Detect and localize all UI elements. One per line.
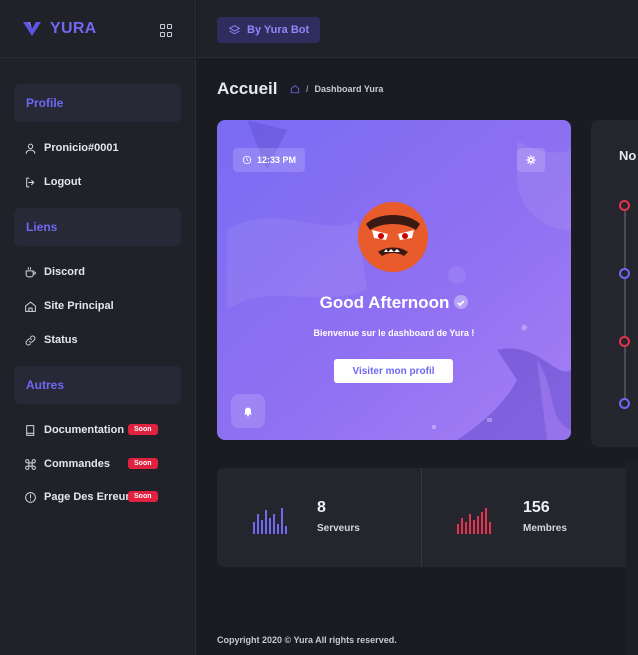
layers-icon: [229, 24, 240, 34]
verified-icon: [454, 295, 469, 309]
stat-members-label: Membres: [523, 523, 567, 534]
timeline-dot: [619, 336, 630, 347]
logout-icon: [26, 177, 35, 187]
time-chip: 12:33 PM: [233, 148, 306, 172]
sidebar-item-label: Status: [44, 334, 78, 346]
sidebar-item-site-principal[interactable]: Site Principal: [24, 298, 114, 314]
settings-button[interactable]: [517, 148, 545, 172]
stat-servers-value: 8: [317, 499, 326, 516]
stat-servers-label: Serveurs: [317, 523, 360, 534]
soon-badge: Soon: [128, 458, 158, 469]
timeline-card-title: No: [619, 148, 637, 163]
sidebar-item-label: Logout: [44, 176, 82, 188]
sidebar-item-label: Page Des Erreurs: [44, 491, 136, 503]
by-yura-bot-button[interactable]: By Yura Bot: [217, 17, 321, 43]
cup-icon: [25, 266, 36, 277]
section-profile: Profile: [14, 84, 181, 122]
bar-chart-icon: [457, 506, 491, 534]
sidebar-item-page-des-erreurs[interactable]: Page Des Erreurs: [24, 489, 136, 505]
by-yura-bot-label: By Yura Bot: [247, 24, 310, 36]
alert-icon: [25, 491, 36, 503]
sidebar-item-commandes[interactable]: Commandes: [24, 456, 110, 472]
sidebar-item-user[interactable]: Pronicio#0001: [24, 140, 119, 156]
home-icon[interactable]: [290, 84, 300, 94]
timeline-dot: [619, 398, 630, 409]
sidebar-item-status[interactable]: Status: [24, 332, 78, 348]
angry-face-avatar-icon: [358, 202, 428, 272]
timeline-line: [624, 205, 626, 405]
sidebar-item-discord[interactable]: Discord: [24, 264, 85, 280]
sidebar-item-label: Documentation: [44, 424, 125, 436]
gear-icon: [526, 155, 536, 165]
topbar: By Yura Bot: [197, 0, 638, 58]
home-icon: [25, 301, 36, 312]
grid-menu-icon[interactable]: [160, 24, 174, 38]
section-autres: Autres: [14, 366, 181, 404]
breadcrumb-current: Dashboard Yura: [314, 84, 384, 94]
sidebar-item-label: Discord: [44, 266, 85, 278]
welcome-text: Bienvenue sur le dashboard de Yura !: [313, 328, 475, 338]
divider: [421, 468, 422, 567]
scroll-edge: [626, 460, 638, 655]
book-icon: [26, 424, 35, 436]
visit-profile-button[interactable]: Visiter mon profil: [334, 359, 453, 383]
sidebar: YURA Profile Pronicio#0001 Logout Liens …: [0, 0, 196, 655]
link-icon: [25, 335, 36, 345]
bar-chart-icon: [253, 506, 287, 534]
stat-members-value: 156: [523, 499, 550, 516]
command-icon: [25, 458, 36, 470]
sidebar-item-logout[interactable]: Logout: [24, 174, 81, 190]
sidebar-item-label: Site Principal: [44, 300, 114, 312]
timeline-dot: [619, 200, 630, 211]
breadcrumb: / Dashboard Yura: [290, 84, 383, 94]
section-liens: Liens: [14, 208, 181, 246]
yura-logo-icon: [23, 21, 41, 36]
brand-name: YURA: [50, 19, 97, 37]
sidebar-item-documentation[interactable]: Documentation: [24, 422, 124, 438]
soon-badge: Soon: [128, 491, 158, 502]
timeline-card: No: [591, 120, 638, 447]
footer: Copyright 2020 © Yura All rights reserve…: [217, 635, 397, 645]
stats-card: 8 Serveurs 156 Membres: [217, 468, 638, 567]
sidebar-item-label: Commandes: [44, 458, 111, 470]
greeting-text: Good Afternoon: [319, 293, 450, 312]
breadcrumb-separator: /: [306, 84, 309, 94]
clock-icon: [242, 155, 252, 165]
avatar[interactable]: [358, 202, 428, 272]
timeline-dot: [619, 268, 630, 279]
notifications-button[interactable]: [231, 394, 265, 428]
sidebar-item-label: Pronicio#0001: [44, 142, 119, 154]
current-time: 12:33 PM: [257, 155, 297, 165]
greeting: Good Afternoon: [217, 293, 571, 313]
soon-badge: Soon: [128, 424, 158, 435]
page-title: Accueil: [217, 79, 278, 98]
user-icon: [25, 143, 36, 154]
bell-icon: [244, 407, 252, 417]
welcome-card: 12:33 PM Good Afternoon Bienvenue sur le…: [217, 120, 571, 440]
